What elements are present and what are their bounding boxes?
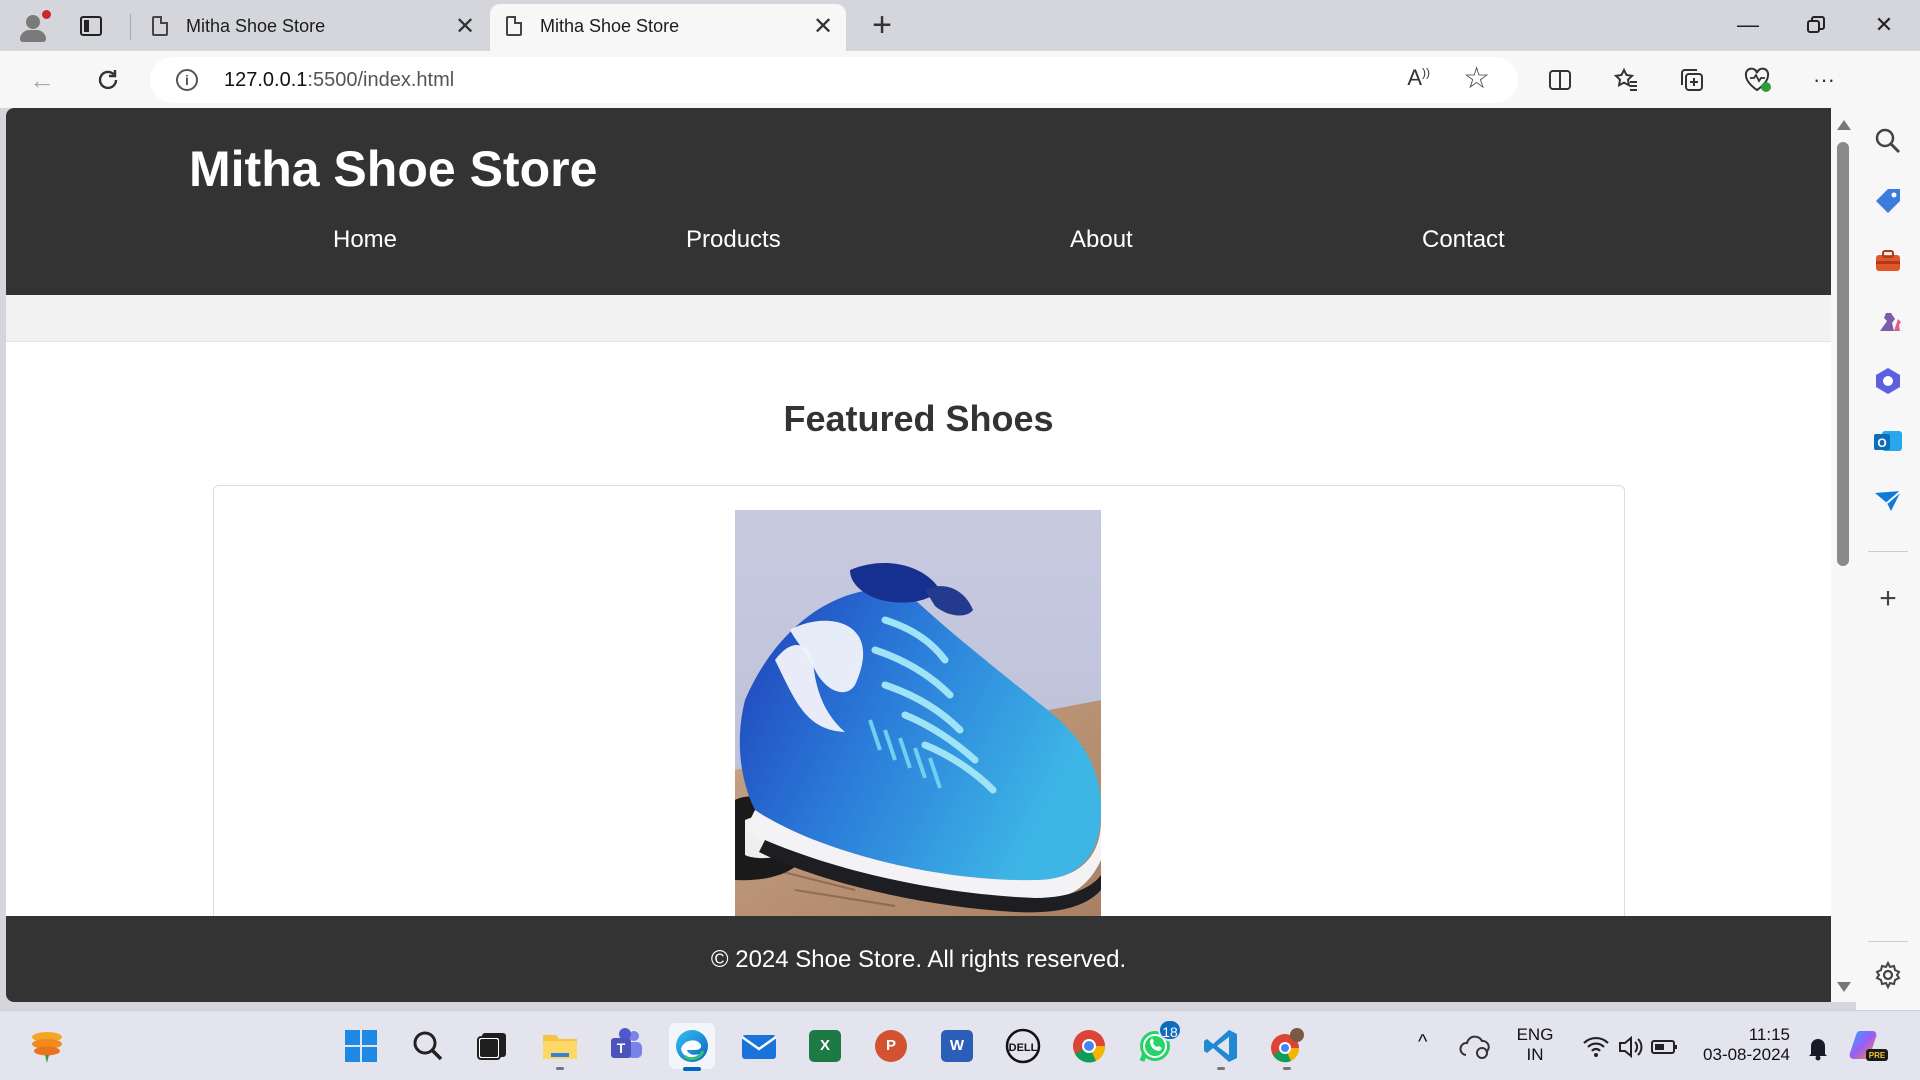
back-icon[interactable]: ← [22, 60, 62, 100]
sidebar-add-icon[interactable]: + [1872, 583, 1904, 615]
nav-home[interactable]: Home [333, 226, 397, 254]
excel-icon[interactable]: X [802, 1023, 848, 1069]
sidebar-shopping-icon[interactable] [1872, 185, 1904, 217]
scroll-thumb[interactable] [1837, 142, 1849, 566]
powerpoint-glyph: P [875, 1030, 907, 1062]
excel-glyph: X [809, 1030, 841, 1062]
browser-toolbar: ← i 127.0.0.1:5500/index.html A)) ☆ ··· [0, 51, 1920, 108]
close-window-icon[interactable]: ✕ [1850, 0, 1918, 51]
page-icon [506, 16, 522, 36]
svg-text:DELL: DELL [1009, 1042, 1038, 1054]
featured-shoes-heading: Featured Shoes [783, 398, 1054, 439]
close-tab-icon[interactable]: ✕ [810, 12, 836, 42]
taskbar-search-icon[interactable] [405, 1023, 451, 1069]
sidebar-send-icon[interactable] [1872, 485, 1904, 517]
shoe-product-image[interactable] [735, 510, 1101, 916]
clock[interactable]: 11:15 03-08-2024 [1690, 1025, 1790, 1065]
edge-browser-icon[interactable] [669, 1023, 715, 1071]
new-tab-icon[interactable]: + [864, 8, 900, 44]
svg-text:O: O [1877, 436, 1886, 450]
powerpoint-icon[interactable]: P [868, 1023, 914, 1069]
running-indicator [1217, 1067, 1225, 1070]
collections-icon[interactable] [1672, 60, 1712, 100]
read-aloud-icon[interactable]: A)) [1407, 65, 1430, 91]
site-title: Mitha Shoe Store [189, 141, 598, 197]
scroll-up-arrow-icon[interactable] [1837, 120, 1851, 130]
refresh-icon[interactable] [88, 60, 128, 100]
vscode-icon[interactable] [1198, 1023, 1244, 1070]
language-indicator[interactable]: ENG IN [1508, 1025, 1562, 1065]
sidebar-tools-icon[interactable] [1872, 245, 1904, 277]
tab-1[interactable]: Mitha Shoe Store ✕ [136, 4, 488, 51]
site-header: Mitha Shoe Store Home Products About Con… [6, 108, 1831, 295]
teams-icon[interactable]: T [603, 1023, 649, 1069]
nav-products[interactable]: Products [686, 226, 781, 254]
word-glyph: W [941, 1030, 973, 1062]
browser-essentials-icon[interactable] [1738, 60, 1778, 100]
restore-icon[interactable] [1782, 0, 1850, 51]
favorites-icon[interactable] [1606, 60, 1646, 100]
mail-icon[interactable] [736, 1023, 782, 1069]
minimize-icon[interactable]: — [1714, 0, 1782, 51]
edge-sidebar: O + [1856, 51, 1920, 1010]
widgets-icon[interactable] [24, 1023, 70, 1069]
web-page: Mitha Shoe Store Home Products About Con… [6, 108, 1831, 1002]
svg-text:PRE: PRE [1869, 1051, 1886, 1060]
tab-2-active[interactable]: Mitha Shoe Store ✕ [490, 4, 846, 51]
page-icon [152, 16, 168, 36]
tab-strip: Mitha Shoe Store ✕ Mitha Shoe Store ✕ + … [0, 0, 1920, 51]
windows-taskbar: T X P W DELL 18 ^ ENG IN 11:15 03-08-202… [0, 1010, 1920, 1080]
dell-icon[interactable]: DELL [1000, 1023, 1046, 1069]
svg-text:T: T [617, 1040, 626, 1056]
sidebar-outlook-icon[interactable]: O [1872, 425, 1904, 457]
tab-separator [130, 14, 131, 40]
more-options-icon[interactable]: ··· [1804, 60, 1844, 100]
whatsapp-unread-badge: 18 [1158, 1019, 1182, 1041]
sidebar-divider [1868, 941, 1908, 942]
sidebar-settings-gear-icon[interactable] [1872, 959, 1904, 991]
scroll-down-arrow-icon[interactable] [1837, 982, 1851, 992]
show-hidden-icons-chevron-icon[interactable]: ^ [1418, 1031, 1427, 1054]
sidebar-search-icon[interactable] [1872, 125, 1904, 157]
favorite-star-icon[interactable]: ☆ [1463, 61, 1490, 96]
site-info-icon[interactable]: i [176, 69, 198, 91]
footer-copyright: © 2024 Shoe Store. All rights reserved. [710, 946, 1127, 973]
tab-actions-icon[interactable] [72, 12, 106, 40]
task-view-icon[interactable] [470, 1023, 516, 1069]
chrome-icon[interactable] [1066, 1023, 1112, 1069]
tab-title: Mitha Shoe Store [540, 16, 680, 36]
site-footer: © 2024 Shoe Store. All rights reserved. [6, 916, 1831, 1002]
url-text[interactable]: 127.0.0.1:5500/index.html [224, 69, 454, 92]
copilot-pre-icon[interactable]: PRE [1846, 1023, 1892, 1069]
page-scrollbar[interactable] [1831, 108, 1856, 1002]
active-indicator [683, 1067, 701, 1071]
file-explorer-icon[interactable] [537, 1023, 583, 1070]
battery-icon[interactable] [1644, 1027, 1684, 1067]
split-screen-icon[interactable] [1540, 60, 1580, 100]
chrome-profile-icon[interactable] [1264, 1023, 1310, 1070]
nav-contact[interactable]: Contact [1422, 226, 1505, 254]
start-windows-icon[interactable] [338, 1023, 384, 1069]
notification-bell-icon[interactable] [1798, 1027, 1838, 1067]
address-bar[interactable]: i 127.0.0.1:5500/index.html A)) ☆ [150, 57, 1518, 103]
running-indicator [1283, 1067, 1291, 1070]
sidebar-copilot-app-icon[interactable] [1872, 365, 1904, 397]
sidebar-divider [1868, 551, 1908, 552]
running-indicator [556, 1067, 564, 1070]
close-tab-icon[interactable]: ✕ [452, 12, 478, 42]
whatsapp-icon[interactable]: 18 [1132, 1019, 1182, 1069]
nav-about[interactable]: About [1070, 226, 1133, 254]
profile-avatar-icon[interactable] [14, 8, 52, 46]
sidebar-games-icon[interactable] [1872, 305, 1904, 337]
onedrive-cloud-icon[interactable] [1456, 1027, 1496, 1067]
tab-title: Mitha Shoe Store [186, 16, 326, 36]
hero-band [6, 295, 1831, 342]
word-icon[interactable]: W [934, 1023, 980, 1069]
